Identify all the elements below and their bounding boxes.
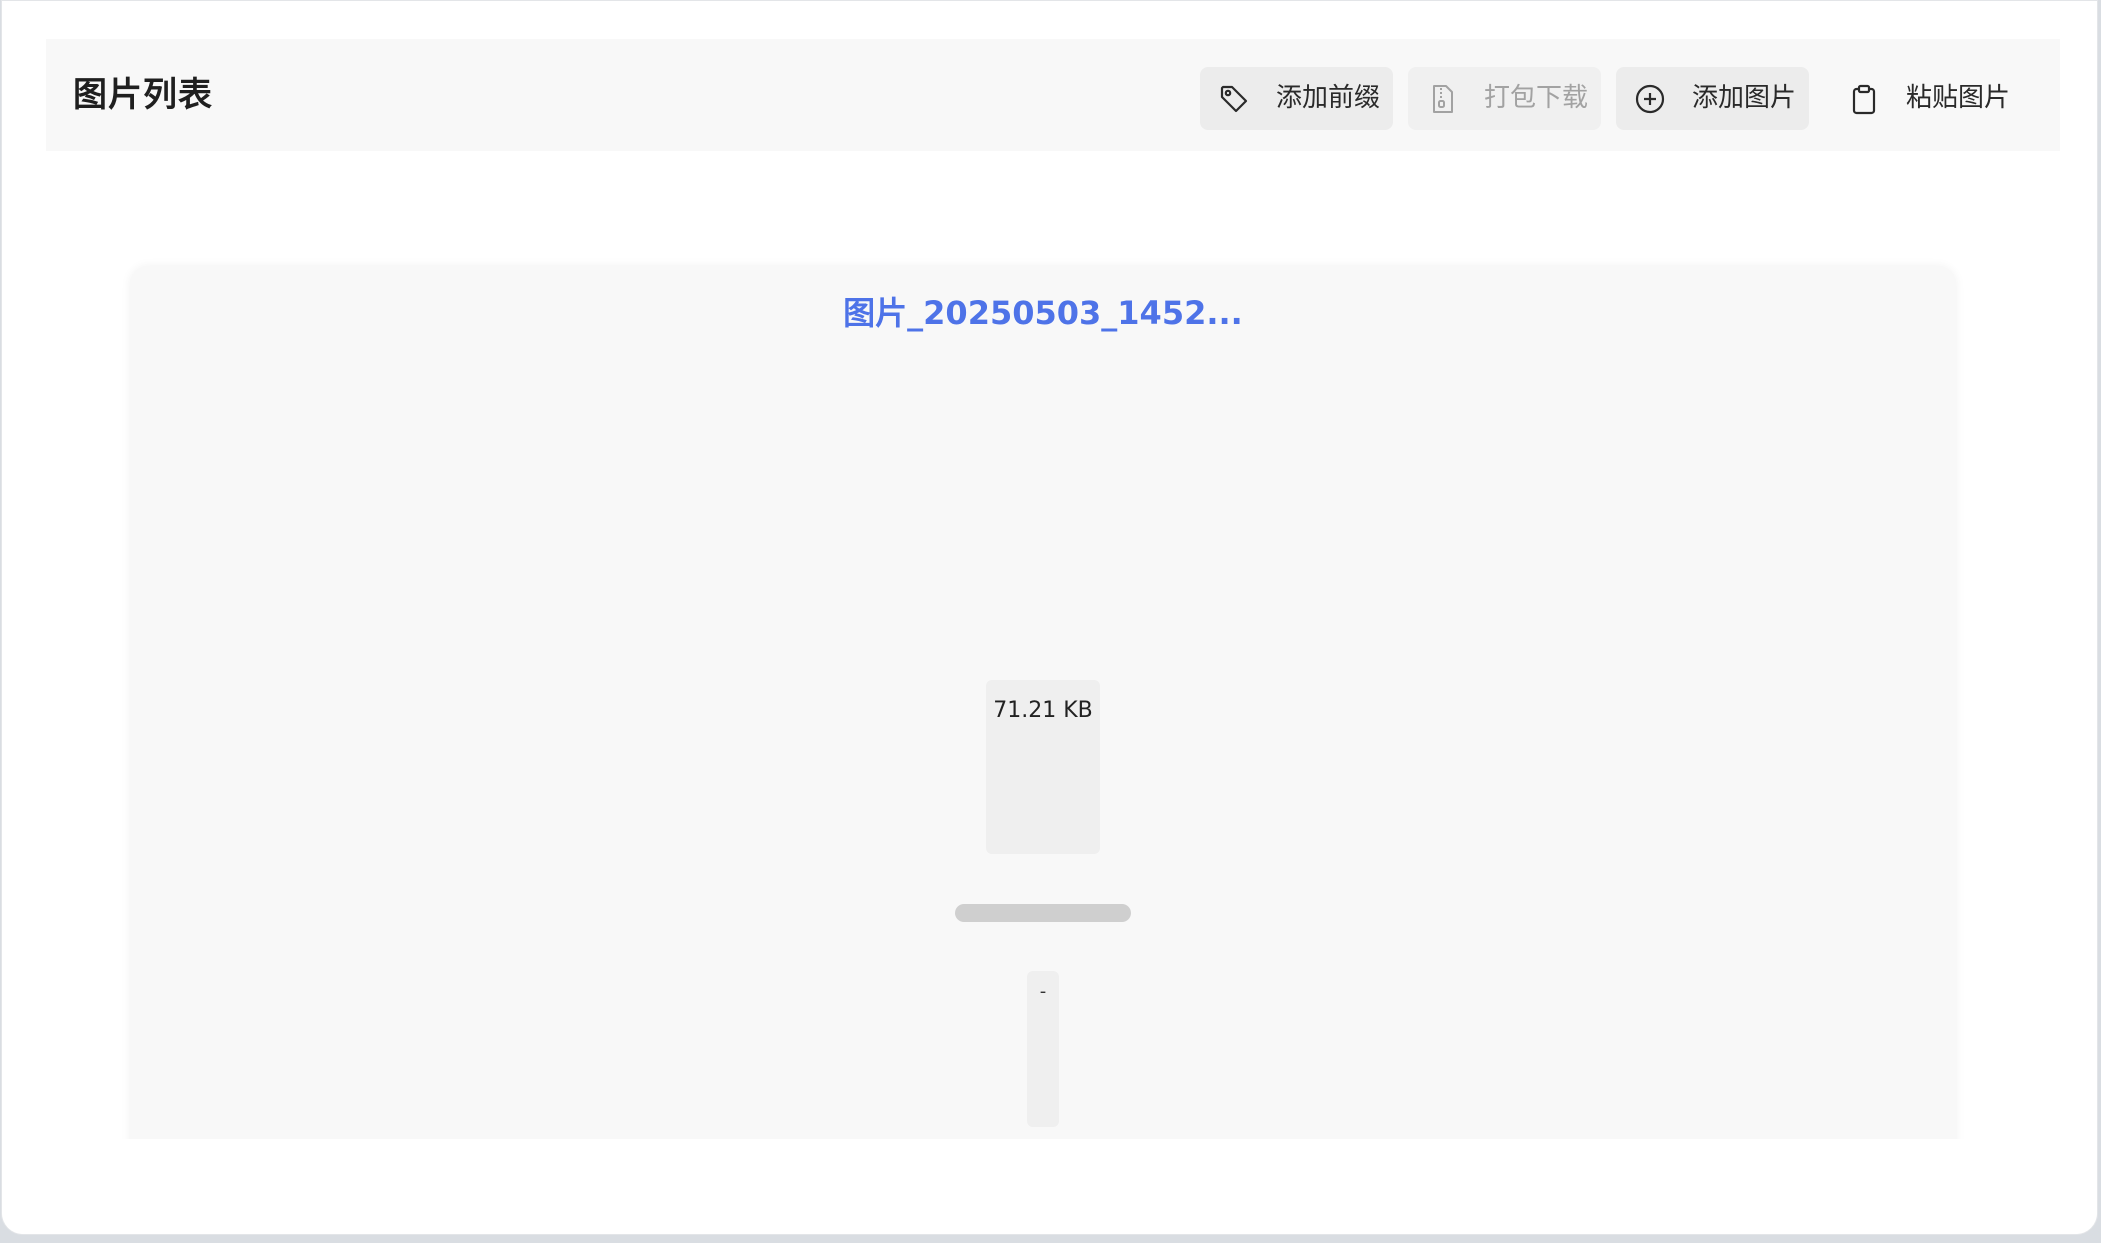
- list-header: 图片列表 添加前缀 打包下载 添加图片 粘贴图片: [46, 39, 2060, 151]
- app-window: 图片列表 添加前缀 打包下载 添加图片 粘贴图片 图片_20250503_145…: [1, 0, 2098, 1235]
- pack-download-label: 打包下载: [1484, 83, 1589, 113]
- progress-bar: [955, 904, 1131, 922]
- zip-file-icon: [1426, 83, 1458, 115]
- add-image-button[interactable]: 添加图片: [1616, 67, 1809, 130]
- clipboard-icon: [1848, 83, 1880, 115]
- image-card: 图片_20250503_1452... 71.21 KB -: [130, 266, 1956, 1166]
- pack-download-button[interactable]: 打包下载: [1408, 67, 1601, 130]
- paste-image-label: 粘贴图片: [1906, 83, 2011, 113]
- add-prefix-label: 添加前缀: [1276, 83, 1381, 113]
- status-badge: -: [1027, 971, 1059, 1127]
- progress-fill: [955, 904, 1131, 922]
- page-title: 图片列表: [73, 75, 213, 115]
- add-image-label: 添加图片: [1692, 83, 1797, 113]
- file-size-badge: 71.21 KB: [986, 680, 1100, 854]
- plus-circle-icon: [1634, 83, 1666, 115]
- paste-image-button[interactable]: 粘贴图片: [1830, 67, 2023, 130]
- toolbar: 添加前缀 打包下载 添加图片 粘贴图片: [1200, 67, 2060, 130]
- tag-icon: [1218, 83, 1250, 115]
- file-size-text: 71.21 KB: [993, 698, 1093, 723]
- add-prefix-button[interactable]: 添加前缀: [1200, 67, 1393, 130]
- file-name-link[interactable]: 图片_20250503_1452...: [130, 288, 1956, 334]
- status-text: -: [1039, 981, 1047, 1002]
- window-footer: [2, 1139, 2097, 1234]
